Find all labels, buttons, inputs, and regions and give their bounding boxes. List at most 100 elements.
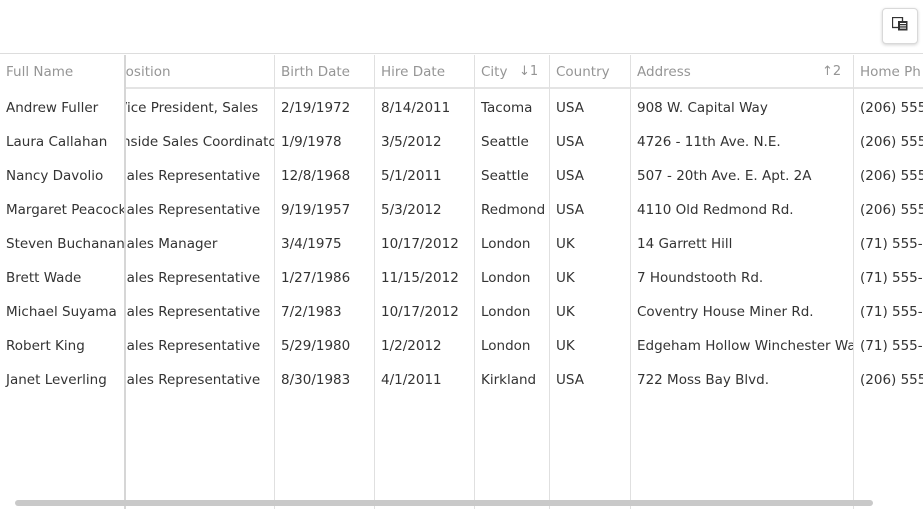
cell-full-name: Nancy Davolio	[0, 159, 124, 193]
cell-country: UK	[556, 304, 575, 320]
cell-country: USA	[556, 202, 584, 218]
cell-full-name: Andrew Fuller	[0, 91, 124, 125]
cell-full-name: Janet Leverling	[0, 363, 124, 397]
cell-position: Vice President, Sales	[121, 100, 259, 116]
cell-address: 4110 Old Redmond Rd.	[637, 202, 794, 218]
cell-city: London	[481, 236, 531, 252]
cell-address: 722 Moss Bay Blvd.	[637, 372, 770, 388]
cell-city: Tacoma	[481, 100, 533, 116]
table-row[interactable]: Sales Representative 12/8/1968 5/1/2011 Sea…	[0, 159, 923, 193]
cell-birth-date: 5/29/1980	[281, 338, 351, 354]
cell-city: London	[481, 270, 531, 286]
cell-full-name: Margaret Peacock	[0, 193, 124, 227]
cell-full-name: Robert King	[0, 329, 124, 363]
cell-hire-date: 4/1/2011	[381, 372, 442, 388]
cell-home-phone: (206) 555	[860, 168, 923, 184]
column-divider	[549, 55, 550, 509]
cell-birth-date: 3/4/1975	[281, 236, 342, 252]
cell-country: USA	[556, 134, 584, 150]
cell-address: 4726 - 11th Ave. N.E.	[637, 134, 781, 150]
cell-full-name: Steven Buchanan	[0, 227, 124, 261]
cell-city: Redmond	[481, 202, 546, 218]
cell-home-phone: (206) 555	[860, 372, 923, 388]
cell-address: 507 - 20th Ave. E. Apt. 2A	[637, 168, 812, 184]
cell-hire-date: 5/1/2011	[381, 168, 442, 184]
cell-address: 908 W. Capital Way	[637, 100, 768, 116]
cell-country: UK	[556, 236, 575, 252]
cell-hire-date: 10/17/2012	[381, 236, 459, 252]
cell-hire-date: 10/17/2012	[381, 304, 459, 320]
cell-full-name: Brett Wade	[0, 261, 124, 295]
horizontal-scrollbar[interactable]	[15, 500, 873, 506]
column-divider	[474, 55, 475, 509]
table-row[interactable]: Sales Representative 9/19/1957 5/3/2012 Red…	[0, 193, 923, 227]
table-row[interactable]: Sales Representative 7/2/1983 10/17/2012 Lo…	[0, 295, 923, 329]
frozen-column-divider	[124, 55, 126, 509]
cell-country: USA	[556, 168, 584, 184]
column-chooser-button[interactable]	[882, 8, 918, 44]
table-row[interactable]: Sales Representative 1/27/1986 11/15/2012 L…	[0, 261, 923, 295]
cell-country: USA	[556, 372, 584, 388]
cell-hire-date: 11/15/2012	[381, 270, 459, 286]
cell-home-phone: (71) 555-5	[860, 338, 923, 354]
cell-city: London	[481, 338, 531, 354]
column-header-address[interactable]: Address	[631, 55, 854, 89]
cell-birth-date: 2/19/1972	[281, 100, 351, 116]
cell-hire-date: 1/2/2012	[381, 338, 442, 354]
column-header-birth-date[interactable]: Birth Date	[275, 55, 375, 89]
cell-birth-date: 1/27/1986	[281, 270, 351, 286]
cell-position: Sales Representative	[121, 202, 261, 218]
column-header-hire-date[interactable]: Hire Date	[375, 55, 475, 89]
table-row[interactable]: Sales Representative 5/29/1980 1/2/2012 Lon…	[0, 329, 923, 363]
table-row[interactable]: Vice President, Sales 2/19/1972 8/14/2011 T…	[0, 91, 923, 125]
cell-home-phone: (206) 555	[860, 100, 923, 116]
column-header-city[interactable]: City	[475, 55, 550, 89]
table-row[interactable]: Inside Sales Coordinator 1/9/1978 3/5/2012…	[0, 125, 923, 159]
cell-birth-date: 7/2/1983	[281, 304, 342, 320]
cell-home-phone: (71) 555-4	[860, 270, 923, 286]
cell-home-phone: (206) 555	[860, 134, 923, 150]
cell-full-name: Michael Suyama	[0, 295, 124, 329]
cell-city: Seattle	[481, 134, 529, 150]
table-row[interactable]: Sales Representative 8/30/1983 4/1/2011 Kir…	[0, 363, 923, 397]
column-divider	[630, 55, 631, 509]
table-row[interactable]: Sales Manager 3/4/1975 10/17/2012 London UK 1…	[0, 227, 923, 261]
data-grid: Position Birth Date Hire Date City ↓1 Country…	[0, 55, 923, 509]
cell-position: Inside Sales Coordinator	[121, 134, 274, 150]
cell-city: London	[481, 304, 531, 320]
cell-full-name: Laura Callahan	[0, 125, 124, 159]
column-header-home-phone[interactable]: Home Ph	[854, 55, 923, 89]
cell-country: UK	[556, 270, 575, 286]
sort-indicator-address[interactable]: ↑2	[822, 55, 841, 89]
cell-position: Sales Manager	[121, 236, 218, 252]
cell-position: Sales Representative	[121, 270, 261, 286]
column-header-position[interactable]: Position	[121, 55, 274, 89]
cell-address: Edgeham Hollow Winchester Way	[637, 338, 854, 354]
cell-home-phone: (71) 555-4	[860, 236, 923, 252]
column-divider	[374, 55, 375, 509]
cell-country: UK	[556, 338, 575, 354]
grid-header: Position Birth Date Hire Date City ↓1 Country…	[0, 55, 923, 89]
cell-birth-date: 1/9/1978	[281, 134, 342, 150]
cell-address: 7 Houndstooth Rd.	[637, 270, 764, 286]
cell-position: Sales Representative	[121, 338, 261, 354]
cell-hire-date: 8/14/2011	[381, 100, 451, 116]
cell-position: Sales Representative	[121, 372, 261, 388]
grid-toolbar	[0, 0, 923, 54]
cell-birth-date: 9/19/1957	[281, 202, 351, 218]
column-divider	[853, 55, 854, 509]
cell-home-phone: (206) 555	[860, 202, 923, 218]
cell-birth-date: 12/8/1968	[281, 168, 351, 184]
column-header-country[interactable]: Country	[550, 55, 631, 89]
cell-home-phone: (71) 555-7	[860, 304, 923, 320]
cell-city: Seattle	[481, 168, 529, 184]
sort-indicator-city[interactable]: ↓1	[519, 55, 538, 89]
cell-birth-date: 8/30/1983	[281, 372, 351, 388]
cell-address: 14 Garrett Hill	[637, 236, 733, 252]
cell-position: Sales Representative	[121, 168, 261, 184]
cell-position: Sales Representative	[121, 304, 261, 320]
column-chooser-icon	[891, 16, 908, 35]
column-header-full-name[interactable]: Full Name	[0, 55, 124, 89]
cell-hire-date: 3/5/2012	[381, 134, 442, 150]
cell-country: USA	[556, 100, 584, 116]
